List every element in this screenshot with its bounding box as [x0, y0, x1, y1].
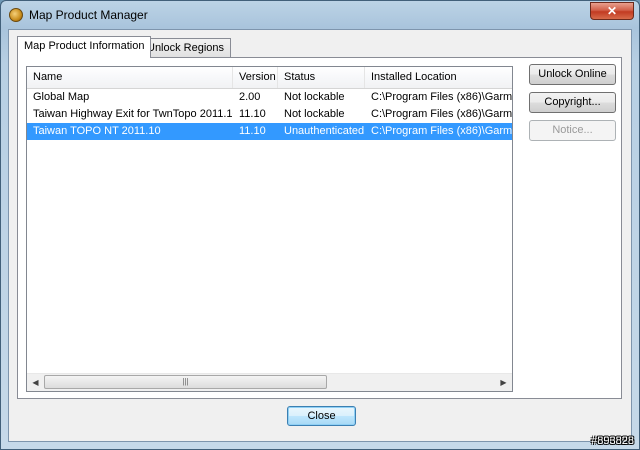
cell-name: Taiwan Highway Exit for TwnTopo 2011.10 — [33, 108, 233, 120]
table-row-selected[interactable]: Taiwan TOPO NT 2011.10 11.10 Unauthentic… — [27, 123, 512, 140]
cell-version: 11.10 — [239, 125, 266, 137]
window-title: Map Product Manager — [29, 8, 148, 22]
column-header-version[interactable]: Version — [233, 67, 278, 88]
cell-status: Not lockable — [284, 91, 345, 103]
watermark-id: #893828 — [591, 435, 634, 447]
map-product-manager-icon — [9, 8, 23, 22]
copyright-button[interactable]: Copyright... — [529, 92, 616, 113]
title-bar[interactable]: Map Product Manager ✕ — [1, 1, 639, 29]
horizontal-scrollbar[interactable]: ◀ ||| ▶ — [27, 373, 512, 391]
table-row[interactable]: Global Map 2.00 Not lockable C:\Program … — [27, 89, 512, 106]
cell-version: 2.00 — [239, 91, 261, 103]
cell-name: Taiwan TOPO NT 2011.10 — [33, 125, 161, 137]
app-window: Map Product Manager ✕ Map Product Inform… — [0, 0, 640, 450]
cell-location: C:\Program Files (x86)\Garmin\Ba — [371, 91, 513, 103]
cell-status: Unauthenticated — [284, 125, 365, 137]
scroll-right-icon[interactable]: ▶ — [495, 374, 512, 391]
cell-name: Global Map — [33, 91, 90, 103]
dialog-client-area: Map Product Information Unlock Regions N… — [8, 29, 632, 442]
cell-status: Not lockable — [284, 108, 345, 120]
column-header-installed-location[interactable]: Installed Location — [365, 67, 512, 88]
tab-map-product-information[interactable]: Map Product Information — [17, 36, 152, 58]
cell-version: 11.10 — [239, 108, 266, 120]
column-header-name[interactable]: Name — [27, 67, 233, 88]
scroll-left-icon[interactable]: ◀ — [27, 374, 44, 391]
cell-location: C:\Program Files (x86)\Garmin\T\ — [371, 125, 513, 137]
close-window-button[interactable]: ✕ — [590, 2, 634, 20]
scrollbar-thumb[interactable]: ||| — [44, 375, 327, 389]
list-header: Name Version Status Installed Location — [27, 67, 512, 89]
cell-location: C:\Program Files (x86)\Garmin\T\ — [371, 108, 513, 120]
close-button[interactable]: Close — [287, 406, 356, 426]
table-row[interactable]: Taiwan Highway Exit for TwnTopo 2011.10 … — [27, 106, 512, 123]
tab-unlock-regions[interactable]: Unlock Regions — [140, 38, 232, 58]
unlock-online-button[interactable]: Unlock Online — [529, 64, 616, 85]
column-header-status[interactable]: Status — [278, 67, 365, 88]
notice-button[interactable]: Notice... — [529, 120, 616, 141]
map-product-list[interactable]: Name Version Status Installed Location G… — [26, 66, 513, 392]
